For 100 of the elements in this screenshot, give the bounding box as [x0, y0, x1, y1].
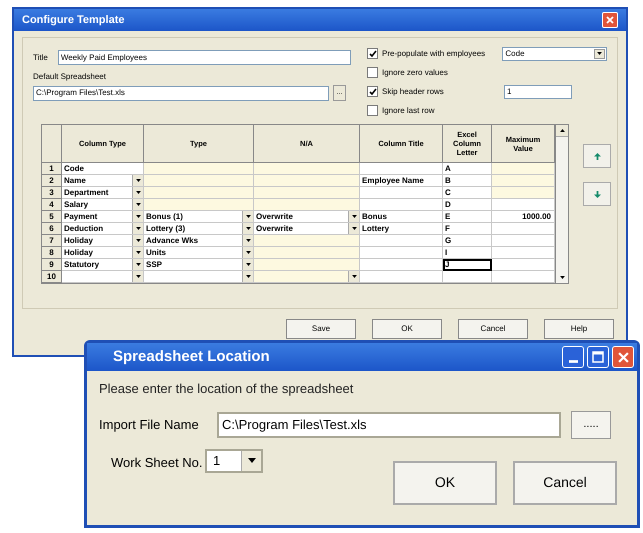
vertical-scrollbar[interactable]	[555, 125, 568, 283]
table-cell[interactable]: Payment	[62, 211, 144, 223]
table-cell[interactable]	[254, 175, 360, 187]
table-cell[interactable]	[254, 187, 360, 199]
move-down-button[interactable]	[583, 182, 611, 206]
table-cell[interactable]: Overwrite	[254, 211, 360, 223]
table-cell[interactable]: Statutory	[62, 259, 144, 271]
table-cell[interactable]	[360, 199, 443, 211]
table-cell[interactable]: G	[443, 235, 492, 247]
table-cell[interactable]	[254, 259, 360, 271]
dropdown-button[interactable]	[132, 247, 143, 258]
dropdown-button[interactable]	[242, 259, 253, 270]
table-cell[interactable]: 1000.00	[492, 211, 555, 223]
dialog-button[interactable]: Cancel	[458, 319, 528, 339]
table-cell[interactable]	[144, 175, 254, 187]
table-cell[interactable]: F	[443, 223, 492, 235]
table-cell[interactable]: Employee Name	[360, 175, 443, 187]
minimize-button[interactable]	[562, 346, 584, 368]
table-cell[interactable]	[144, 163, 254, 175]
file-name-field[interactable]: C:\Program Files\Test.xls	[217, 412, 561, 438]
dropdown-button[interactable]	[348, 211, 359, 222]
table-cell[interactable]	[144, 187, 254, 199]
table-cell[interactable]	[254, 163, 360, 175]
table-cell[interactable]	[144, 271, 254, 283]
table-cell[interactable]	[360, 271, 443, 283]
employee-key-select[interactable]: Code	[502, 46, 607, 60]
table-cell[interactable]: Bonus	[360, 211, 443, 223]
dropdown-button[interactable]	[348, 223, 359, 234]
dropdown-button[interactable]	[132, 187, 143, 198]
checkbox[interactable]	[367, 67, 378, 78]
table-cell[interactable]	[492, 199, 555, 211]
dialog-button[interactable]: OK	[393, 460, 497, 504]
table-cell[interactable]	[492, 259, 555, 271]
table-cell[interactable]: Advance Wks	[144, 235, 254, 247]
table-cell[interactable]	[254, 271, 360, 283]
table-cell[interactable]: Lottery	[360, 223, 443, 235]
table-cell[interactable]: Deduction	[62, 223, 144, 235]
dialog-button[interactable]: Save	[286, 319, 356, 339]
checkbox[interactable]	[367, 105, 378, 116]
dropdown-button[interactable]	[242, 247, 253, 258]
move-up-button[interactable]	[583, 144, 611, 168]
table-cell[interactable]	[492, 223, 555, 235]
header-rows-field[interactable]: 1	[504, 84, 572, 98]
table-cell[interactable]: B	[443, 175, 492, 187]
table-cell[interactable]	[360, 187, 443, 199]
spreadsheet-field[interactable]: C:\Program Files\Test.xls	[33, 86, 329, 100]
sheet-number-select[interactable]: 1	[205, 448, 263, 472]
table-cell[interactable]: J	[443, 259, 492, 271]
table-cell[interactable]: Name	[62, 175, 144, 187]
table-cell[interactable]: SSP	[144, 259, 254, 271]
table-cell[interactable]: E	[443, 211, 492, 223]
dropdown-button[interactable]	[132, 199, 143, 210]
dropdown-button[interactable]	[132, 223, 143, 234]
table-cell[interactable]: Bonus (1)	[144, 211, 254, 223]
table-cell[interactable]	[144, 199, 254, 211]
dropdown-button[interactable]	[132, 259, 143, 270]
table-cell[interactable]: I	[443, 247, 492, 259]
table-cell[interactable]: Lottery (3)	[144, 223, 254, 235]
table-cell[interactable]: A	[443, 163, 492, 175]
dropdown-button[interactable]	[348, 271, 359, 282]
table-cell[interactable]	[492, 175, 555, 187]
dropdown-button[interactable]	[132, 235, 143, 246]
table-cell[interactable]: Department	[62, 187, 144, 199]
checkbox[interactable]	[367, 86, 378, 97]
table-cell[interactable]: Overwrite	[254, 223, 360, 235]
checkbox[interactable]	[367, 48, 378, 59]
dialog-button[interactable]: Help	[544, 319, 614, 339]
close-button[interactable]	[602, 12, 618, 28]
table-cell[interactable]	[254, 247, 360, 259]
table-cell[interactable]	[360, 235, 443, 247]
table-cell[interactable]	[62, 271, 144, 283]
dropdown-button[interactable]	[242, 271, 253, 282]
table-cell[interactable]	[492, 235, 555, 247]
table-cell[interactable]	[492, 187, 555, 199]
table-cell[interactable]	[360, 247, 443, 259]
table-cell[interactable]: Salary	[62, 199, 144, 211]
dropdown-button[interactable]	[242, 235, 253, 246]
table-cell[interactable]: Code	[62, 163, 144, 175]
close-button[interactable]	[612, 346, 634, 368]
maximize-button[interactable]	[587, 346, 609, 368]
dropdown-button[interactable]	[242, 211, 253, 222]
table-cell[interactable]: Holiday	[62, 247, 144, 259]
table-cell[interactable]: D	[443, 199, 492, 211]
table-cell[interactable]	[492, 247, 555, 259]
dropdown-button[interactable]	[132, 271, 143, 282]
table-cell[interactable]: Units	[144, 247, 254, 259]
browse-button[interactable]: .....	[571, 410, 611, 438]
dropdown-button[interactable]	[242, 223, 253, 234]
table-cell[interactable]	[492, 271, 555, 283]
table-cell[interactable]	[492, 163, 555, 175]
title-field[interactable]: Weekly Paid Employees	[58, 50, 351, 65]
dialog-button[interactable]: Cancel	[513, 460, 617, 504]
table-cell[interactable]: Holiday	[62, 235, 144, 247]
dropdown-button[interactable]	[132, 175, 143, 186]
table-cell[interactable]	[443, 271, 492, 283]
dialog-button[interactable]: OK	[372, 319, 442, 339]
table-cell[interactable]: C	[443, 187, 492, 199]
dropdown-button[interactable]	[132, 211, 143, 222]
table-cell[interactable]	[254, 235, 360, 247]
table-cell[interactable]	[360, 163, 443, 175]
